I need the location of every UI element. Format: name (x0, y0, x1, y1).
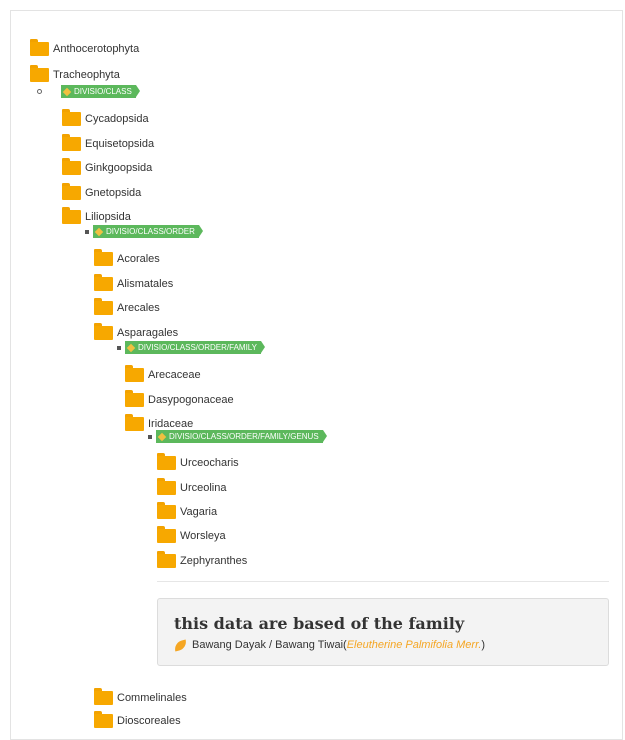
tree-node-commelinales[interactable]: Commelinales (94, 681, 187, 705)
rank-badge-genus: DIVISIO/CLASS/ORDER/FAMILY/GENUS (156, 430, 327, 443)
folder-icon (157, 478, 176, 495)
tree-node-label: Dioscoreales (117, 715, 181, 727)
tree-node-ginkgoopsida[interactable]: Ginkgoopsida (62, 151, 152, 175)
tree-node-label: Zephyranthes (180, 555, 248, 567)
tree-node-label: Cycadopsida (85, 113, 149, 125)
tree-node-alismatales[interactable]: Alismatales (94, 267, 173, 291)
info-species: Bawang Dayak / Bawang Tiwai( Eleutherine… (173, 638, 486, 652)
tree-node-label: Arecaceae (148, 369, 201, 381)
rank-badge-label: DIVISIO/CLASS/ORDER/FAMILY/GENUS (169, 432, 319, 441)
tree-node-urceocharis[interactable]: Urceocharis (157, 446, 239, 470)
tree-bullet (148, 435, 152, 439)
tree-node-arecaceae[interactable]: Arecaceae (125, 358, 201, 382)
tree-node-label: Tracheophyta (53, 69, 120, 81)
scientific-name-link[interactable]: Eleutherine Palmifolia Merr. (347, 639, 482, 651)
rank-badge-label: DIVISIO/CLASS (74, 87, 132, 96)
tree-node-iridaceae[interactable]: Iridaceae (125, 407, 193, 431)
tree-node-label: Anthocerotophyta (53, 43, 140, 55)
folder-icon (30, 39, 49, 56)
family-info-box: this data are based of the family Bawang… (157, 598, 609, 666)
folder-icon (157, 502, 176, 519)
tree-bullet (117, 346, 121, 350)
tree-node-arecales[interactable]: Arecales (94, 291, 160, 315)
folder-icon (62, 207, 81, 224)
folder-icon (94, 249, 113, 266)
folder-icon (62, 183, 81, 200)
rank-badge-order: DIVISIO/CLASS/ORDER (93, 225, 203, 238)
tree-node-anthocerotophyta[interactable]: Anthocerotophyta (30, 32, 139, 56)
tree-node-label: Arecales (117, 302, 160, 314)
tree-node-vagaria[interactable]: Vagaria (157, 495, 217, 519)
tree-node-label: Worsleya (180, 530, 226, 542)
tree-bullet (85, 230, 89, 234)
tag-icon (126, 343, 136, 352)
closing-paren: ) (481, 639, 486, 651)
tag-icon (94, 227, 104, 236)
tree-node-label: Equisetopsida (85, 138, 155, 150)
tree-node-label: Gnetopsida (85, 187, 142, 199)
tag-icon (62, 87, 72, 96)
rank-badge-family: DIVISIO/CLASS/ORDER/FAMILY (125, 341, 265, 354)
folder-icon (157, 551, 176, 568)
tree-node-zephyranthes[interactable]: Zephyranthes (157, 544, 247, 568)
folder-icon (157, 526, 176, 543)
tree-node-label: Ginkgoopsida (85, 162, 153, 174)
tree-node-label: Urceocharis (180, 457, 239, 469)
folder-icon (125, 414, 144, 431)
folder-icon (62, 134, 81, 151)
tree-node-asparagales[interactable]: Asparagales (94, 316, 178, 340)
tree-node-acorales[interactable]: Acorales (94, 242, 160, 266)
folder-icon (94, 274, 113, 291)
folder-icon (125, 365, 144, 382)
folder-icon (30, 65, 49, 82)
tree-node-liliopsida[interactable]: Liliopsida (62, 200, 131, 224)
divider (157, 581, 609, 582)
common-name: Bawang Dayak / Bawang Tiwai( (192, 639, 347, 651)
tree-node-cycadopsida[interactable]: Cycadopsida (62, 102, 149, 126)
tree-node-label: Vagaria (180, 506, 218, 518)
tree-node-worsleya[interactable]: Worsleya (157, 519, 226, 543)
tree-node-equisetopsida[interactable]: Equisetopsida (62, 127, 154, 151)
folder-icon (94, 688, 113, 705)
tree-bullet (37, 89, 42, 94)
folder-icon (62, 109, 81, 126)
tree-node-dioscoreales[interactable]: Dioscoreales (94, 704, 181, 728)
tree-node-label: Urceolina (180, 482, 227, 494)
tree-node-label: Acorales (117, 253, 160, 265)
tree-node-urceolina[interactable]: Urceolina (157, 471, 226, 495)
tag-icon (157, 432, 167, 441)
info-title: this data are based of the family (174, 614, 465, 633)
folder-icon (94, 323, 113, 340)
rank-badge-label: DIVISIO/CLASS/ORDER (106, 227, 195, 236)
folder-icon (62, 158, 81, 175)
tree-node-label: Dasypogonaceae (148, 394, 234, 406)
tree-node-dasypogonaceae[interactable]: Dasypogonaceae (125, 383, 234, 407)
folder-icon (157, 453, 176, 470)
rank-badge-label: DIVISIO/CLASS/ORDER/FAMILY (138, 343, 257, 352)
tree-node-label: Alismatales (117, 278, 174, 290)
folder-icon (94, 298, 113, 315)
tree-node-tracheophyta[interactable]: Tracheophyta (30, 58, 120, 82)
leaf-icon (173, 638, 188, 652)
tree-node-label: Liliopsida (85, 211, 131, 223)
folder-icon (125, 390, 144, 407)
rank-badge-class: DIVISIO/CLASS (61, 85, 140, 98)
tree-node-gnetopsida[interactable]: Gnetopsida (62, 176, 141, 200)
tree-node-label: Asparagales (117, 327, 179, 339)
